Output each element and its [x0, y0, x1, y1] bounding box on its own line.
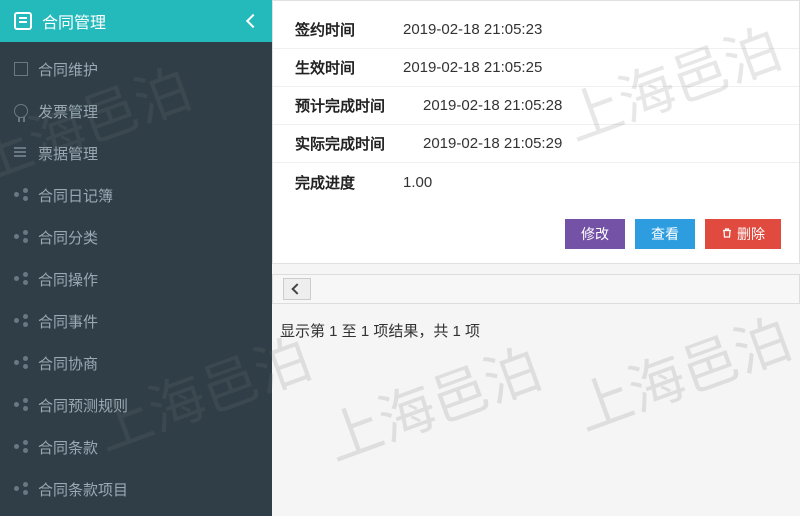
sidebar-item-invoice[interactable]: 发票管理 — [0, 90, 272, 132]
collapse-sidebar-icon[interactable] — [246, 14, 260, 28]
detail-table: 签约时间 2019-02-18 21:05:23 生效时间 2019-02-18… — [273, 1, 799, 211]
action-bar: 修改 查看 删除 — [273, 211, 799, 263]
detail-row: 生效时间 2019-02-18 21:05:25 — [273, 49, 799, 87]
sidebar-item-label: 合同事件 — [38, 311, 98, 332]
detail-card: 签约时间 2019-02-18 21:05:23 生效时间 2019-02-18… — [272, 0, 800, 264]
detail-row: 完成进度 1.00 — [273, 163, 799, 201]
sidebar-item-operation[interactable]: 合同操作 — [0, 258, 272, 300]
sidebar-item-journal[interactable]: 合同日记簿 — [0, 174, 272, 216]
field-value-actual-complete: 2019-02-18 21:05:29 — [423, 135, 799, 152]
sidebar-item-negotiation[interactable]: 合同协商 — [0, 342, 272, 384]
sidebar-item-label: 合同分类 — [38, 227, 98, 248]
field-value-progress: 1.00 — [403, 174, 799, 191]
pagination-info: 显示第 1 至 1 项结果，共 1 项 — [272, 304, 800, 357]
trash-icon — [721, 226, 733, 242]
scroll-left-button[interactable] — [283, 278, 311, 300]
field-value-expected-complete: 2019-02-18 21:05:28 — [423, 97, 799, 114]
edit-button[interactable]: 修改 — [565, 219, 625, 249]
field-label-actual-complete: 实际完成时间 — [273, 133, 423, 154]
field-value-effective-time: 2019-02-18 21:05:25 — [403, 59, 799, 76]
sidebar-item-label: 合同预测规则 — [38, 395, 128, 416]
sidebar-item-label: 合同维护 — [38, 59, 98, 80]
sidebar-header[interactable]: 合同管理 — [0, 0, 272, 42]
sidebar-item-label: 发票管理 — [38, 101, 98, 122]
chevron-left-icon — [291, 283, 302, 294]
delete-button[interactable]: 删除 — [705, 219, 781, 249]
sidebar-item-label: 合同条款项目 — [38, 479, 128, 500]
field-label-effective-time: 生效时间 — [273, 57, 403, 78]
sidebar-item-label: 合同日记簿 — [38, 185, 113, 206]
sidebar-item-event[interactable]: 合同事件 — [0, 300, 272, 342]
share-icon — [14, 188, 28, 202]
field-label-expected-complete: 预计完成时间 — [273, 95, 423, 116]
sidebar-item-contract-maintain[interactable]: 合同维护 — [0, 48, 272, 90]
sidebar-item-clause[interactable]: 合同条款 — [0, 426, 272, 468]
diamond-icon — [14, 62, 28, 76]
detail-row: 实际完成时间 2019-02-18 21:05:29 — [273, 125, 799, 163]
sidebar-title: 合同管理 — [42, 9, 106, 33]
delete-button-label: 删除 — [737, 224, 765, 244]
horizontal-scroll-bar[interactable] — [272, 274, 800, 304]
sidebar-menu: 合同维护 发票管理 票据管理 合同日记簿 合同分类 合同操作 — [0, 42, 272, 510]
detail-row: 预计完成时间 2019-02-18 21:05:28 — [273, 87, 799, 125]
share-icon — [14, 398, 28, 412]
medal-icon — [14, 104, 28, 118]
field-value-sign-time: 2019-02-18 21:05:23 — [403, 21, 799, 38]
sidebar: 合同管理 合同维护 发票管理 票据管理 合同日记簿 合同 — [0, 0, 272, 516]
share-icon — [14, 314, 28, 328]
view-button[interactable]: 查看 — [635, 219, 695, 249]
sidebar-item-category[interactable]: 合同分类 — [0, 216, 272, 258]
sidebar-item-clause-item[interactable]: 合同条款项目 — [0, 468, 272, 510]
main-content: 签约时间 2019-02-18 21:05:23 生效时间 2019-02-18… — [272, 0, 800, 516]
share-icon — [14, 356, 28, 370]
contract-module-icon — [14, 12, 32, 30]
sidebar-item-label: 合同操作 — [38, 269, 98, 290]
edit-button-label: 修改 — [581, 224, 609, 244]
share-icon — [14, 482, 28, 496]
share-icon — [14, 440, 28, 454]
detail-row: 签约时间 2019-02-18 21:05:23 — [273, 11, 799, 49]
share-icon — [14, 230, 28, 244]
field-label-sign-time: 签约时间 — [273, 19, 403, 40]
share-icon — [14, 272, 28, 286]
sidebar-item-label: 票据管理 — [38, 143, 98, 164]
sidebar-item-forecast-rule[interactable]: 合同预测规则 — [0, 384, 272, 426]
bars-icon — [14, 146, 28, 160]
field-label-progress: 完成进度 — [273, 172, 403, 193]
sidebar-item-label: 合同条款 — [38, 437, 98, 458]
sidebar-item-bill[interactable]: 票据管理 — [0, 132, 272, 174]
sidebar-item-label: 合同协商 — [38, 353, 98, 374]
view-button-label: 查看 — [651, 224, 679, 244]
